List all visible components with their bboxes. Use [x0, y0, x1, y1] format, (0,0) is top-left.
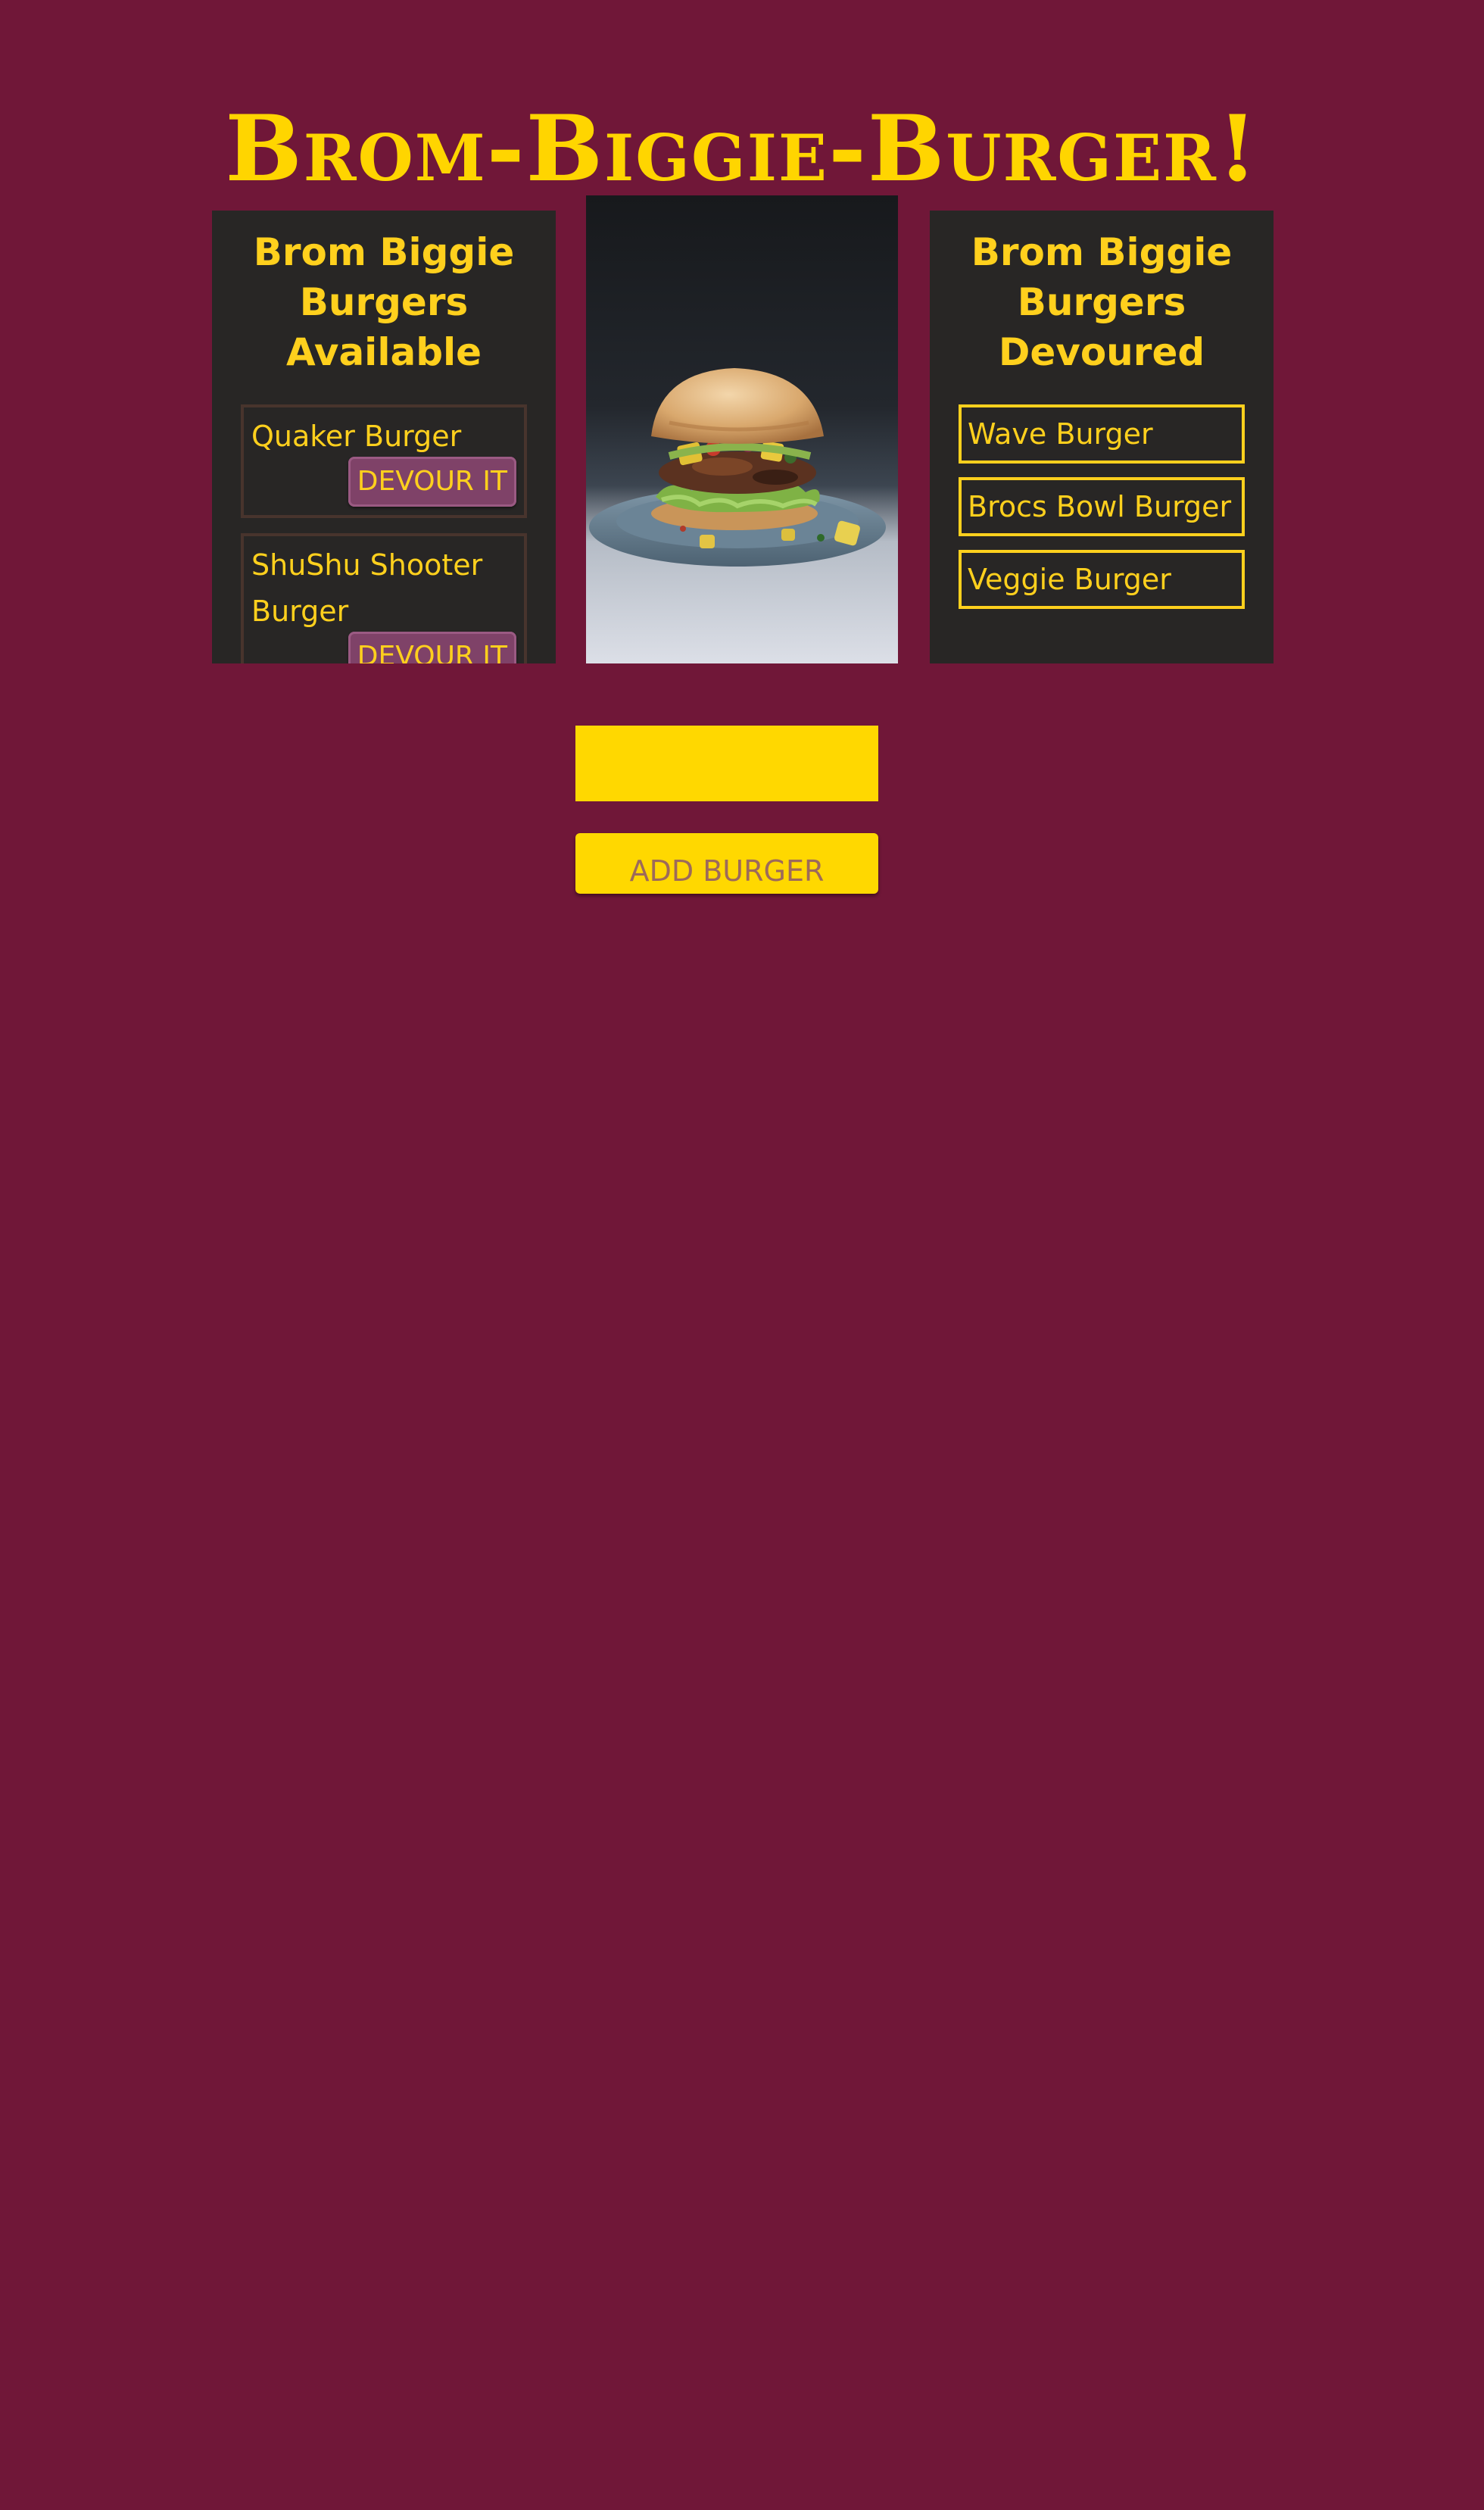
- devoured-heading: Brom Biggie Burgers Devoured: [971, 230, 1233, 374]
- devour-button[interactable]: DEVOUR IT: [348, 632, 516, 663]
- burger-name: ShuShu Shooter Burger: [251, 548, 483, 628]
- burger-name-input[interactable]: [575, 726, 878, 801]
- devoured-item: Brocs Bowl Burger: [959, 477, 1245, 536]
- site-title: Brom-Biggie-Burger!: [225, 95, 1259, 203]
- burger-photo: [586, 195, 898, 663]
- add-burger-button[interactable]: ADD BURGER: [575, 833, 878, 894]
- devoured-burgers-panel: Brom Biggie Burgers Devoured Wave Burger…: [930, 211, 1274, 663]
- devoured-item: Veggie Burger: [959, 550, 1245, 609]
- burger-item: ShuShu Shooter Burger DEVOUR IT: [241, 533, 527, 663]
- available-heading: Brom Biggie Burgers Available: [253, 230, 515, 374]
- burger-name: Quaker Burger: [251, 420, 462, 453]
- devoured-item: Wave Burger: [959, 404, 1245, 464]
- available-burgers-panel: Brom Biggie Burgers Available Quaker Bur…: [212, 211, 556, 663]
- devour-button[interactable]: DEVOUR IT: [348, 457, 516, 507]
- burger-item: Quaker Burger DEVOUR IT: [241, 404, 527, 518]
- burger-photo-image: [586, 195, 898, 663]
